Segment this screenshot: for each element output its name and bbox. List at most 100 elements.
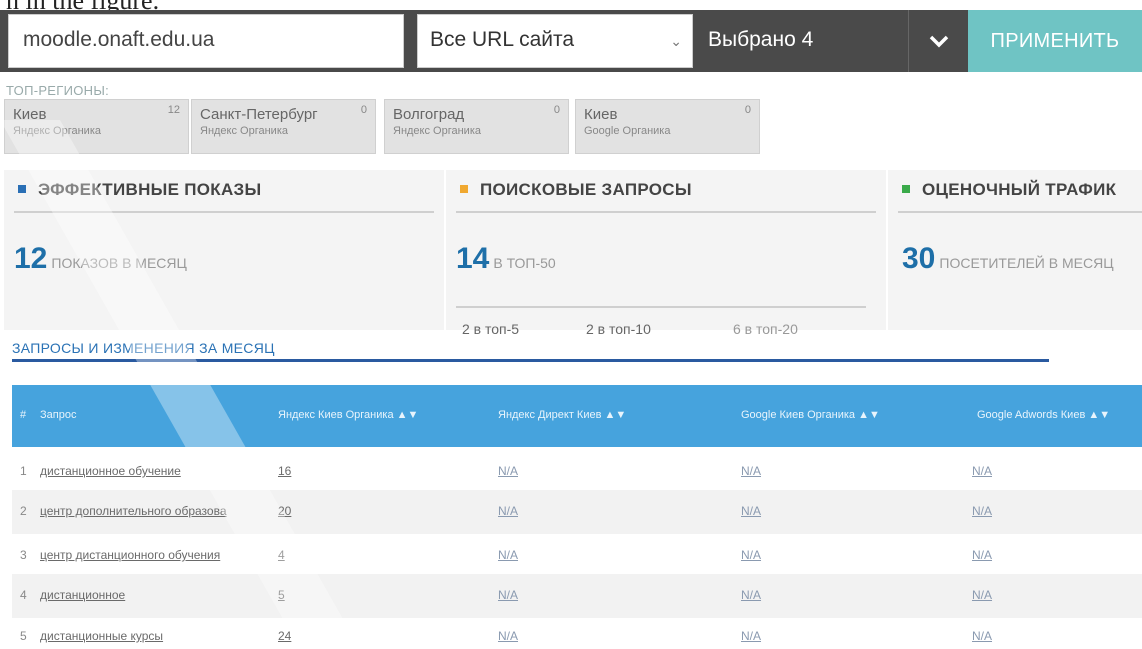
divider	[14, 211, 434, 213]
table-row: 3 центр дистанционного обучения 4 N/A N/…	[12, 534, 1142, 578]
section-title: ЗАПРОСЫ И ИЗМЕНЕНИЯ ЗА МЕСЯЦ	[12, 340, 275, 356]
yandex-position-value: 5	[278, 588, 285, 602]
row-number: 5	[20, 629, 27, 643]
adwords-position[interactable]: N/A	[972, 629, 992, 643]
row-number: 2	[20, 504, 27, 518]
column-header-label: Яндекс Директ Киев	[498, 409, 602, 421]
direct-position[interactable]: N/A	[498, 629, 518, 643]
blue-square-icon	[18, 184, 26, 193]
region-card[interactable]: Киев Google Органика 0	[575, 99, 760, 154]
regions-dropdown-toggle[interactable]	[908, 10, 969, 72]
row-number: 1	[20, 464, 27, 478]
column-header-google-adwords[interactable]: Google Adwords Киев ▲▼	[977, 409, 1110, 421]
top10-count[interactable]: 2 в топ-10	[586, 321, 651, 337]
url-input[interactable]: moodle.onaft.edu.ua	[8, 14, 404, 68]
region-source: Google Органика	[584, 125, 671, 137]
query-link[interactable]: дистанционные курсы	[40, 629, 163, 643]
region-count: 0	[744, 104, 751, 116]
region-city: Киев	[13, 106, 47, 123]
column-header-label: Яндекс Киев Органика	[278, 409, 394, 421]
column-header-label: Google Киев Органика	[741, 409, 856, 421]
column-header-query[interactable]: Запрос	[40, 409, 76, 421]
yandex-position[interactable]: 5	[278, 588, 285, 602]
column-header-yandex-direct[interactable]: Яндекс Директ Киев ▲▼	[498, 409, 626, 421]
sort-arrows-icon[interactable]: ▲▼	[858, 409, 880, 421]
traffic-title: ОЦЕНОЧНЫЙ ТРАФИК	[902, 180, 1116, 200]
url-scope-value: Все URL сайта	[430, 28, 575, 51]
region-card[interactable]: Киев Яндекс Органика 12	[4, 99, 189, 154]
yandex-position[interactable]: 16	[278, 464, 291, 478]
traffic-value: 30	[902, 242, 936, 275]
top20-count[interactable]: 6 в топ-20	[733, 321, 798, 337]
url-scope-select[interactable]: Все URL сайта ⌄	[417, 14, 693, 68]
orange-square-icon	[460, 184, 468, 193]
sort-arrows-icon[interactable]: ▲▼	[397, 409, 419, 421]
queries-title-text: ПОИСКОВЫЕ ЗАПРОСЫ	[480, 180, 692, 199]
query-link[interactable]: дистанционное	[40, 588, 125, 602]
query-link[interactable]: центр дополнительного образова	[40, 504, 227, 518]
google-position[interactable]: N/A	[741, 548, 761, 562]
sort-arrows-icon[interactable]: ▲▼	[1088, 409, 1110, 421]
google-position[interactable]: N/A	[741, 629, 761, 643]
top5-count[interactable]: 2 в топ-5	[462, 321, 519, 337]
traffic-label: ПОСЕТИТЕЛЕЙ В МЕСЯЦ	[939, 255, 1114, 271]
yandex-position[interactable]: 4	[278, 548, 285, 562]
adwords-position[interactable]: N/A	[972, 548, 992, 562]
row-number: 4	[20, 588, 27, 602]
column-header-google-organic[interactable]: Google Киев Органика ▲▼	[741, 409, 880, 421]
region-source: Яндекс Органика	[13, 125, 101, 137]
region-city: Киев	[584, 106, 618, 123]
traffic-value-block: 30 ПОСЕТИТЕЛЕЙ В МЕСЯЦ	[902, 242, 1114, 276]
queries-value-block: 14 В ТОП-50	[456, 242, 556, 276]
queries-label: В ТОП-50	[493, 255, 556, 271]
table-header: # Запрос Яндекс Киев Органика ▲▼ Яндекс …	[12, 385, 1142, 447]
region-count: 12	[167, 104, 180, 116]
direct-position[interactable]: N/A	[498, 464, 518, 478]
divider	[898, 211, 1142, 213]
selected-regions-count[interactable]: Выбрано 4	[708, 28, 813, 52]
impressions-value-block: 12 ПОКАЗОВ В МЕСЯЦ	[14, 242, 187, 276]
query-link[interactable]: дистанционное обучение	[40, 464, 181, 478]
query-link[interactable]: центр дистанционного обучения	[40, 548, 220, 562]
table-row: 5 дистанционные курсы 24 N/A N/A N/A	[12, 615, 1142, 649]
direct-position[interactable]: N/A	[498, 504, 518, 518]
queries-title: ПОИСКОВЫЕ ЗАПРОСЫ	[460, 180, 692, 200]
google-position[interactable]: N/A	[741, 588, 761, 602]
divider	[456, 306, 866, 308]
region-card[interactable]: Санкт-Петербург Яндекс Органика 0	[191, 99, 376, 154]
impressions-panel: ЭФФЕКТИВНЫЕ ПОКАЗЫ 12 ПОКАЗОВ В МЕСЯЦ	[4, 170, 444, 330]
divider	[456, 211, 876, 213]
queries-panel: ПОИСКОВЫЕ ЗАПРОСЫ 14 В ТОП-50 2 в топ-5 2…	[446, 170, 886, 337]
adwords-position[interactable]: N/A	[972, 588, 992, 602]
yandex-position[interactable]: 20	[278, 504, 291, 518]
region-card[interactable]: Волгоград Яндекс Органика 0	[384, 99, 569, 154]
top-regions-label: ТОП-РЕГИОНЫ:	[6, 83, 110, 98]
queries-value: 14	[456, 242, 490, 275]
region-city: Санкт-Петербург	[200, 106, 318, 123]
traffic-title-text: ОЦЕНОЧНЫЙ ТРАФИК	[922, 180, 1117, 199]
impressions-label: ПОКАЗОВ В МЕСЯЦ	[51, 255, 187, 271]
direct-position[interactable]: N/A	[498, 588, 518, 602]
table-row: 1 дистанционное обучение 16 N/A N/A N/A	[12, 450, 1142, 494]
adwords-position[interactable]: N/A	[972, 464, 992, 478]
impressions-value: 12	[14, 242, 48, 275]
filter-bar: moodle.onaft.edu.ua Все URL сайта ⌄ Выбр…	[0, 10, 1142, 72]
chevron-down-icon	[929, 35, 949, 48]
apply-button[interactable]: ПРИМЕНИТЬ	[968, 10, 1142, 72]
google-position[interactable]: N/A	[741, 504, 761, 518]
google-position[interactable]: N/A	[741, 464, 761, 478]
column-header-yandex-organic[interactable]: Яндекс Киев Органика ▲▼	[278, 409, 418, 421]
traffic-panel: ОЦЕНОЧНЫЙ ТРАФИК 30 ПОСЕТИТЕЛЕЙ В МЕСЯЦ	[888, 170, 1142, 330]
region-source: Яндекс Органика	[200, 125, 288, 137]
column-header-label: Google Adwords Киев	[977, 409, 1086, 421]
table-row: 4 дистанционное 5 N/A N/A N/A	[12, 574, 1142, 618]
column-header-num: #	[20, 409, 27, 421]
yandex-position[interactable]: 24	[278, 629, 291, 643]
green-square-icon	[902, 184, 910, 193]
row-number: 3	[20, 548, 27, 562]
region-source: Яндекс Органика	[393, 125, 481, 137]
sort-arrows-icon[interactable]: ▲▼	[604, 409, 626, 421]
region-city: Волгоград	[393, 106, 465, 123]
adwords-position[interactable]: N/A	[972, 504, 992, 518]
direct-position[interactable]: N/A	[498, 548, 518, 562]
